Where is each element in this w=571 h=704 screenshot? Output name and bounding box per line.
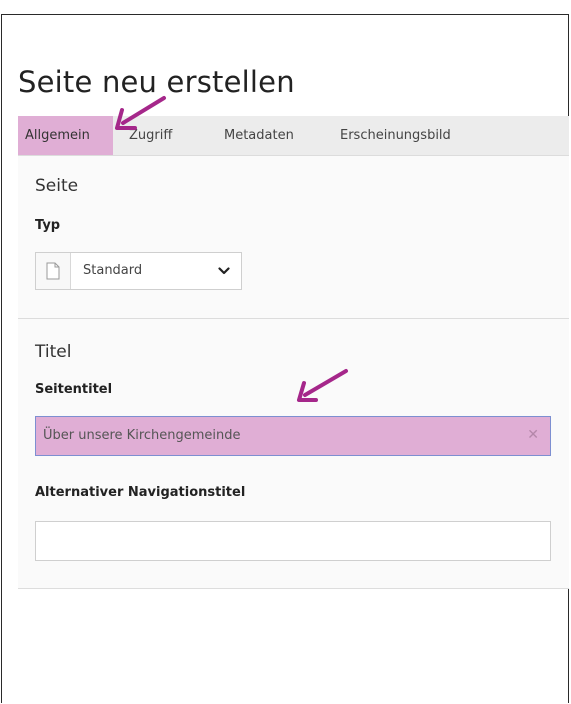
page-title-value: Über unsere Kirchengemeinde [43, 428, 241, 443]
page-icon [46, 262, 60, 280]
tab-label: Erscheinungsbild [340, 128, 451, 143]
select-icon-cell [36, 253, 71, 289]
annotation-arrow-title [297, 369, 348, 402]
annotation-arrow-tab [115, 96, 166, 130]
tab-erscheinungsbild[interactable]: Erscheinungsbild [340, 116, 451, 155]
page-title-label: Seitentitel [35, 382, 113, 397]
tab-bar: Allgemein Zugriff Metadaten Erscheinungs… [18, 116, 569, 156]
nav-title-label: Alternativer Navigationstitel [35, 485, 246, 500]
nav-title-input[interactable] [35, 521, 551, 561]
tab-allgemein[interactable]: Allgemein [18, 116, 113, 155]
select-value: Standard [83, 263, 143, 278]
tab-metadaten[interactable]: Metadaten [224, 116, 294, 155]
type-label: Typ [35, 218, 61, 233]
tab-label: Metadaten [224, 128, 294, 143]
clear-icon[interactable]: ✕ [527, 427, 539, 443]
page-form-panel: Allgemein Zugriff Metadaten Erscheinungs… [18, 116, 569, 589]
chevron-down-icon [218, 267, 230, 275]
page-title-input[interactable]: Über unsere Kirchengemeinde ✕ [35, 416, 551, 456]
tab-label: Allgemein [25, 128, 90, 143]
section-heading-seite: Seite [35, 176, 79, 196]
page-type-select[interactable]: Standard [35, 252, 242, 290]
section-divider [18, 318, 569, 319]
section-heading-titel: Titel [35, 342, 72, 362]
